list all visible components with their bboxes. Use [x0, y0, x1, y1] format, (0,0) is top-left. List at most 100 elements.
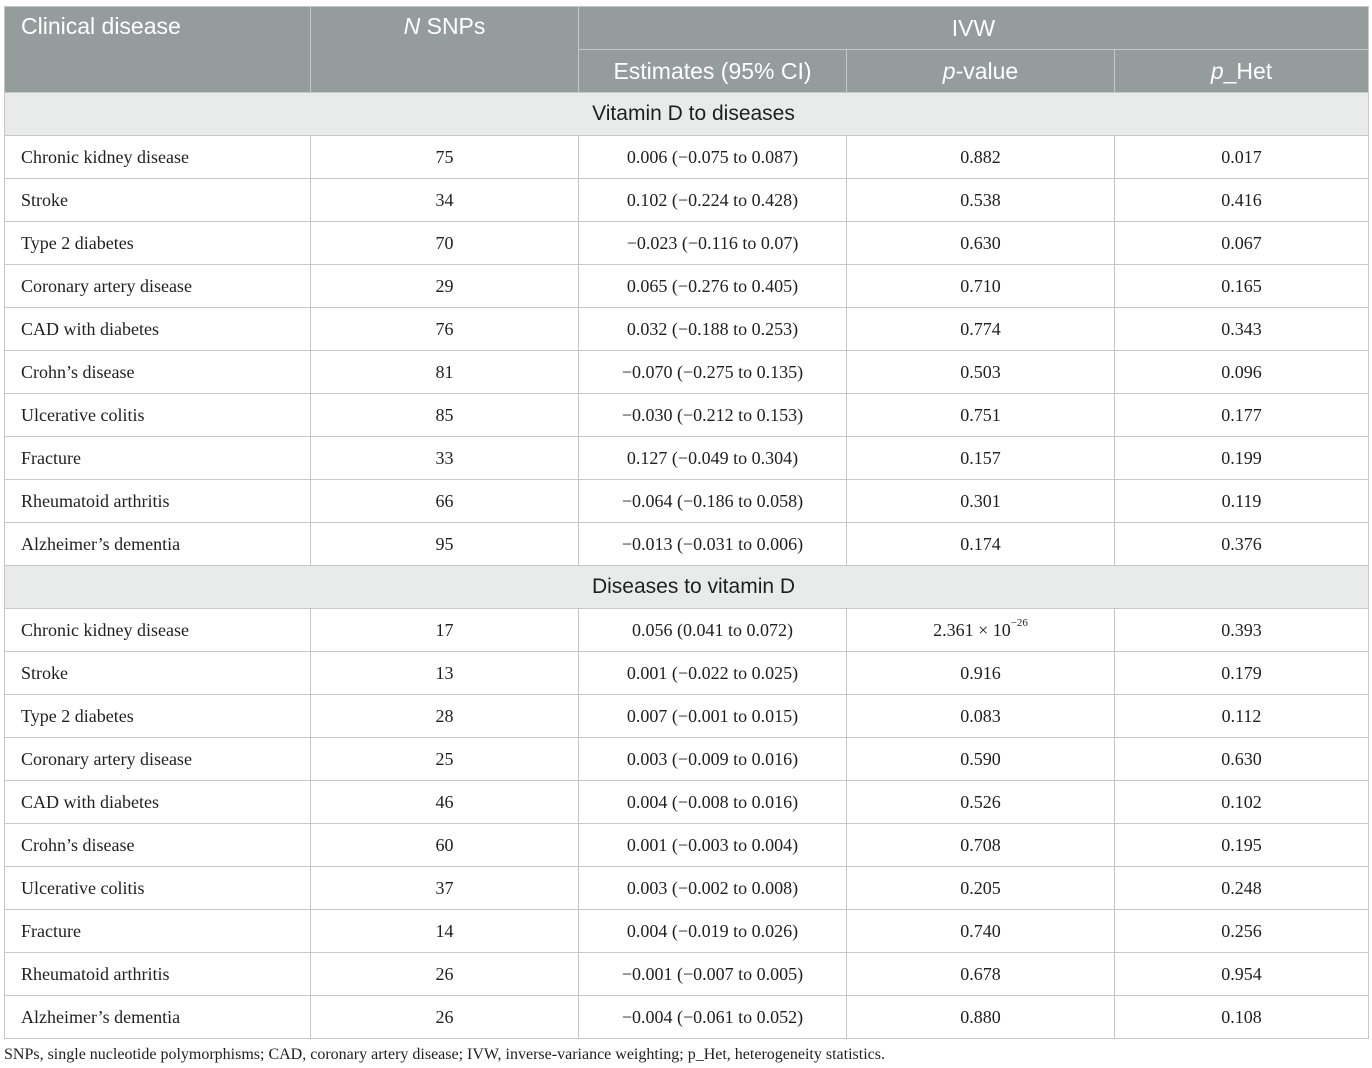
cell-p-value: 0.503: [846, 350, 1115, 394]
cell-n-snps: 26: [310, 952, 579, 996]
cell-p-het: 0.179: [1113, 651, 1370, 695]
cell-p-het: 0.199: [1113, 436, 1370, 480]
cell-n-snps: 46: [310, 780, 579, 824]
cell-p-value: 0.710: [846, 264, 1115, 308]
section-title: Vitamin D to diseases: [3, 92, 1370, 136]
cell-p-value: 0.526: [846, 780, 1115, 824]
cell-estimate: −0.004 (−0.061 to 0.052): [578, 995, 847, 1039]
cell-n-snps: 70: [310, 221, 579, 265]
p-value-exponent: −26: [1010, 616, 1028, 629]
section-row: Diseases to vitamin D: [3, 565, 1370, 609]
cell-n-snps: 34: [310, 178, 579, 222]
cell-p-value: 0.916: [846, 651, 1115, 695]
header-pvalue-text: -value: [955, 57, 1019, 84]
cell-n-snps: 60: [310, 823, 579, 867]
cell-n-snps: 95: [310, 522, 579, 566]
cell-n-snps: 85: [310, 393, 579, 437]
cell-disease: Stroke: [4, 651, 311, 695]
header-n-snps: N SNPs: [310, 6, 579, 93]
table-row: Stroke 34 0.102 (−0.224 to 0.428) 0.538 0.41…: [4, 178, 1370, 222]
table-row: Coronary artery disease 29 0.065 (−0.276 t…: [4, 264, 1370, 308]
cell-estimate: 0.032 (−0.188 to 0.253): [578, 307, 847, 351]
cell-p-value: 0.751: [846, 393, 1115, 437]
cell-estimate: 0.056 (0.041 to 0.072): [578, 608, 847, 652]
cell-disease: Ulcerative colitis: [4, 393, 311, 437]
cell-p-het: 0.376: [1113, 522, 1370, 566]
table-row: Type 2 diabetes 28 0.007 (−0.001 to 0.015)…: [4, 694, 1370, 738]
cell-n-snps: 28: [310, 694, 579, 738]
cell-n-snps: 37: [310, 866, 579, 910]
cell-n-snps: 81: [310, 350, 579, 394]
cell-p-het: 0.630: [1113, 737, 1370, 781]
cell-estimate: 0.065 (−0.276 to 0.405): [578, 264, 847, 308]
cell-p-value: 0.301: [846, 479, 1115, 523]
cell-p-het: 0.165: [1113, 264, 1370, 308]
table-header: Clinical disease N SNPs IVW Estimates (9…: [4, 6, 1370, 93]
cell-disease: Type 2 diabetes: [4, 694, 311, 738]
table-row: Stroke 13 0.001 (−0.022 to 0.025) 0.916 0.17…: [4, 651, 1370, 695]
cell-p-value: 0.157: [846, 436, 1115, 480]
cell-n-snps: 33: [310, 436, 579, 480]
table-row: Ulcerative colitis 85 −0.030 (−0.212 to 0.…: [4, 393, 1370, 437]
cell-p-het: 0.067: [1113, 221, 1370, 265]
table-row: Chronic kidney disease 17 0.056 (0.041 to …: [4, 608, 1370, 652]
cell-n-snps: 66: [310, 479, 579, 523]
cell-p-het: 0.177: [1113, 393, 1370, 437]
header-ivw: IVW: [577, 6, 1370, 50]
cell-disease: Fracture: [4, 909, 311, 953]
header-phet-italic: p: [1210, 57, 1224, 84]
cell-p-het: 0.416: [1113, 178, 1370, 222]
cell-p-het: 0.248: [1113, 866, 1370, 910]
cell-estimate: 0.004 (−0.019 to 0.026): [578, 909, 847, 953]
table-row: Rheumatoid arthritis 26 −0.001 (−0.007 to …: [4, 952, 1370, 996]
header-estimates: Estimates (95% CI): [578, 49, 847, 93]
cell-estimate: −0.013 (−0.031 to 0.006): [578, 522, 847, 566]
table-row: Fracture 33 0.127 (−0.049 to 0.304) 0.157 0.…: [4, 436, 1370, 480]
table-row: Alzheimer’s dementia 95 −0.013 (−0.031 to …: [4, 522, 1370, 566]
header-pvalue: p-value: [846, 49, 1115, 93]
cell-n-snps: 75: [310, 135, 579, 179]
table-row: Fracture 14 0.004 (−0.019 to 0.026) 0.740 0.…: [4, 909, 1370, 953]
cell-estimate: −0.023 (−0.116 to 0.07): [578, 221, 847, 265]
table-row: Coronary artery disease 25 0.003 (−0.009 t…: [4, 737, 1370, 781]
results-table: Clinical disease N SNPs IVW Estimates (9…: [3, 6, 1370, 1039]
cell-estimate: −0.030 (−0.212 to 0.153): [578, 393, 847, 437]
cell-p-het: 0.017: [1113, 135, 1370, 179]
cell-n-snps: 29: [310, 264, 579, 308]
cell-estimate: 0.004 (−0.008 to 0.016): [578, 780, 847, 824]
table-row: Chronic kidney disease 75 0.006 (−0.075 to…: [4, 135, 1370, 179]
table-row: CAD with diabetes 46 0.004 (−0.008 to 0.01…: [4, 780, 1370, 824]
cell-disease: Type 2 diabetes: [4, 221, 311, 265]
cell-disease: Alzheimer’s dementia: [4, 522, 311, 566]
table-row: Type 2 diabetes 70 −0.023 (−0.116 to 0.07)…: [4, 221, 1370, 265]
table-row: Crohn’s disease 60 0.001 (−0.003 to 0.004)…: [4, 823, 1370, 867]
cell-p-value: 0.630: [846, 221, 1115, 265]
cell-estimate: 0.003 (−0.009 to 0.016): [578, 737, 847, 781]
cell-n-snps: 17: [310, 608, 579, 652]
cell-p-het: 0.256: [1113, 909, 1370, 953]
cell-estimate: −0.064 (−0.186 to 0.058): [578, 479, 847, 523]
cell-p-value: 0.882: [846, 135, 1115, 179]
cell-p-value: 0.538: [846, 178, 1115, 222]
cell-p-value: 2.361 × 10−26: [846, 608, 1115, 652]
cell-p-value: 0.708: [846, 823, 1115, 867]
cell-n-snps: 14: [310, 909, 579, 953]
cell-p-het: 0.108: [1113, 995, 1370, 1039]
cell-estimate: −0.070 (−0.275 to 0.135): [578, 350, 847, 394]
cell-disease: Stroke: [4, 178, 311, 222]
header-clinical-disease: Clinical disease: [4, 6, 311, 93]
cell-p-value: 0.590: [846, 737, 1115, 781]
cell-disease: Coronary artery disease: [4, 264, 311, 308]
cell-n-snps: 25: [310, 737, 579, 781]
table-row: Alzheimer’s dementia 26 −0.004 (−0.061 to …: [4, 995, 1370, 1039]
cell-estimate: 0.003 (−0.002 to 0.008): [578, 866, 847, 910]
cell-disease: Chronic kidney disease: [4, 135, 311, 179]
cell-estimate: 0.102 (−0.224 to 0.428): [578, 178, 847, 222]
cell-p-het: 0.112: [1113, 694, 1370, 738]
cell-estimate: 0.127 (−0.049 to 0.304): [578, 436, 847, 480]
header-phet: p_Het: [1113, 49, 1370, 93]
cell-estimate: 0.006 (−0.075 to 0.087): [578, 135, 847, 179]
cell-p-value: 0.678: [846, 952, 1115, 996]
cell-p-het: 0.393: [1113, 608, 1370, 652]
cell-p-value: 0.880: [846, 995, 1115, 1039]
